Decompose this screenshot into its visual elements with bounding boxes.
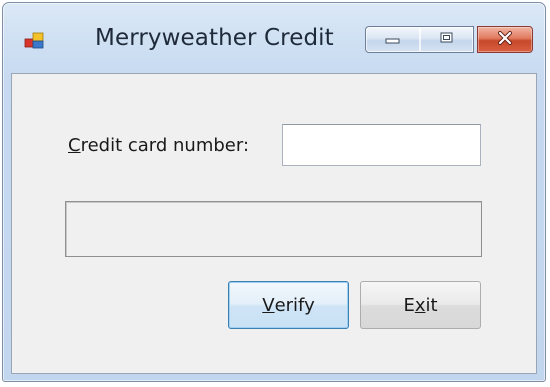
exit-label-mnemonic: x (414, 294, 426, 316)
minimize-button[interactable] (365, 26, 421, 53)
maximize-button[interactable] (420, 26, 474, 53)
title-bar[interactable]: Merryweather Credit (3, 3, 545, 73)
credit-card-input[interactable] (282, 124, 481, 166)
verify-label-after: erify (274, 294, 315, 316)
close-button[interactable] (477, 26, 533, 53)
minimize-icon (384, 30, 402, 49)
form-client-area: Credit card number: Verify Ex it (11, 73, 537, 374)
maximize-icon (439, 30, 455, 49)
verify-label-mnemonic: V (262, 294, 275, 316)
window-title: Merryweather Credit (95, 25, 334, 51)
verify-button[interactable]: Verify (228, 281, 349, 329)
result-label (65, 201, 482, 257)
app-form-icon[interactable] (24, 31, 46, 51)
credit-card-label-text: redit card number: (80, 135, 250, 156)
exit-label-after: it (425, 294, 438, 316)
credit-card-label-mnemonic: C (68, 135, 81, 156)
exit-label-before: E (403, 294, 415, 316)
app-window: Merryweather Credit Credit card number: … (2, 2, 546, 382)
close-icon (496, 30, 514, 49)
credit-card-label: Credit card number: (68, 135, 249, 156)
exit-button[interactable]: Ex it (360, 281, 481, 329)
